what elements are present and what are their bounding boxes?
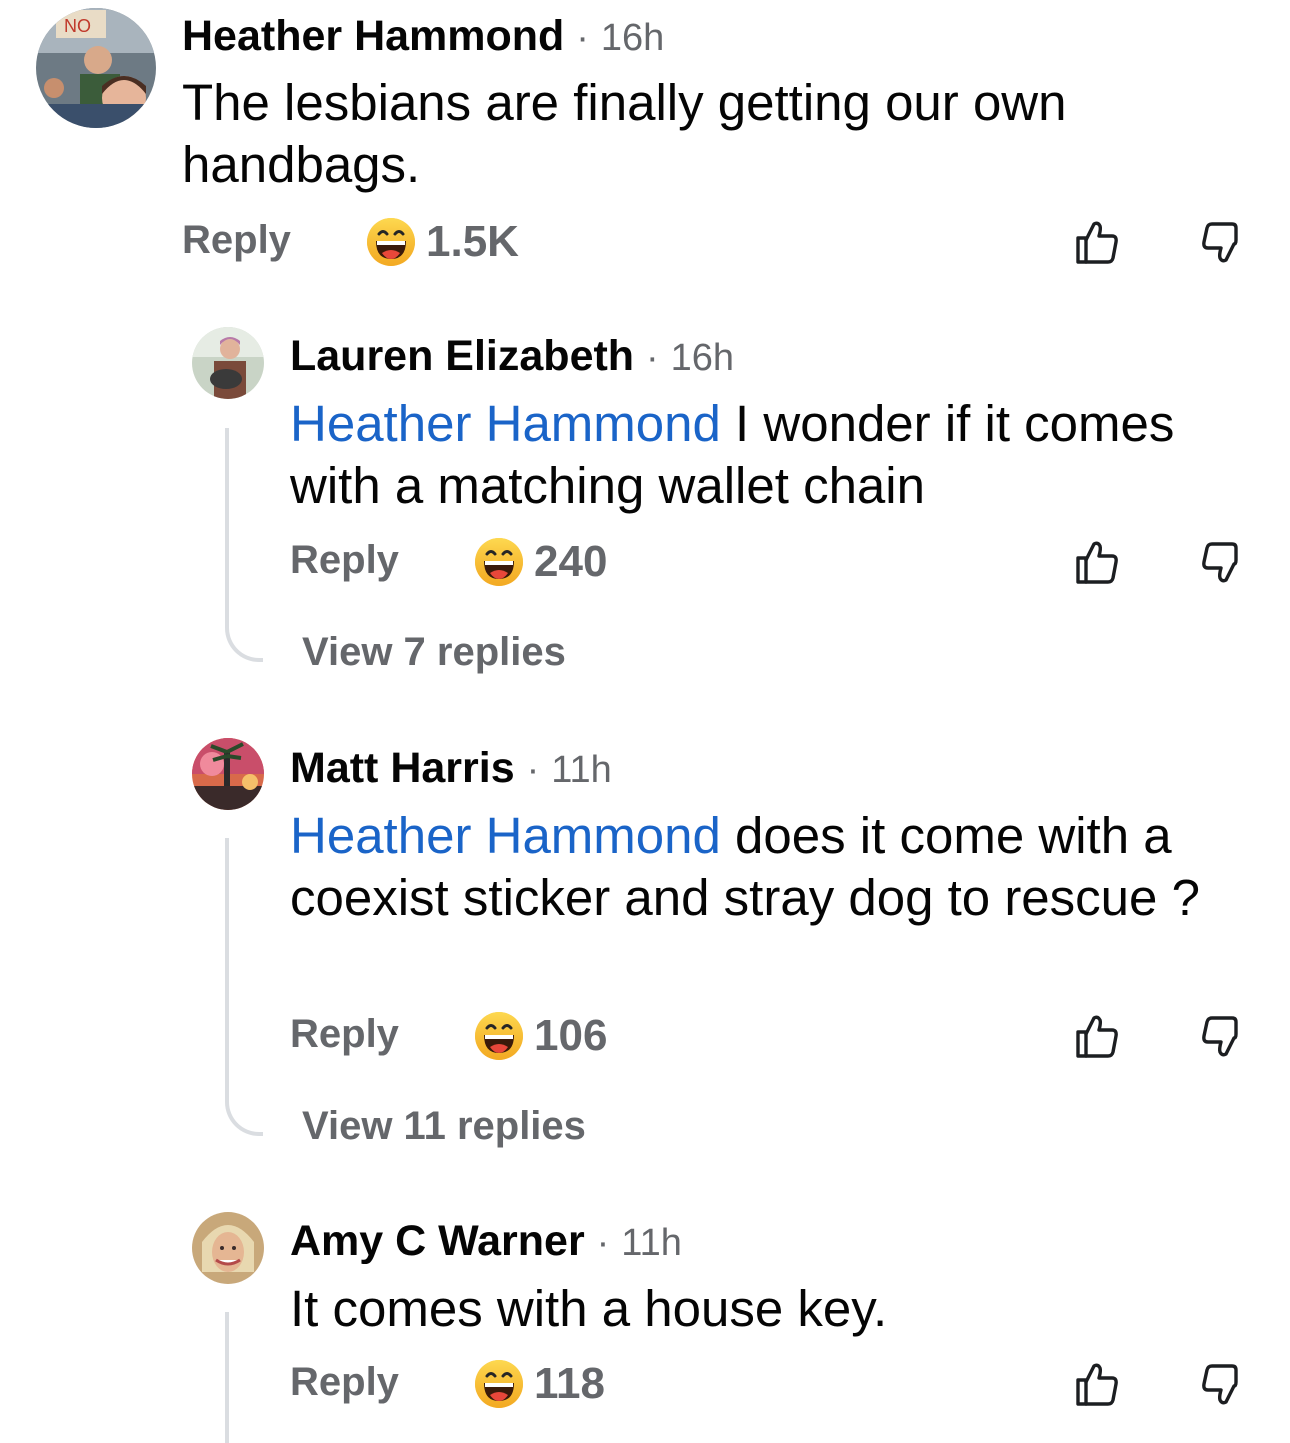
comment-author[interactable]: Matt Harris (290, 744, 515, 792)
separator: · (576, 17, 589, 59)
downvote-icon[interactable] (1196, 1012, 1244, 1060)
mention-link[interactable]: Heather Hammond (290, 395, 721, 452)
upvote-icon[interactable] (1074, 1012, 1122, 1060)
comment-text: It comes with a house key. (290, 1278, 1230, 1340)
avatar[interactable] (192, 1212, 264, 1284)
comment-actions: Reply 118 (290, 1354, 1290, 1414)
view-replies-link[interactable]: View 7 replies (302, 630, 566, 675)
downvote-icon[interactable] (1196, 1360, 1244, 1408)
separator: · (646, 337, 659, 379)
comment-author[interactable]: Heather Hammond (182, 12, 564, 60)
view-replies-link[interactable]: View 11 replies (302, 1104, 586, 1149)
comment-actions: Reply 1.5K (182, 212, 1290, 272)
laughing-emoji-icon (474, 1011, 524, 1061)
reaction-count: 118 (534, 1359, 605, 1408)
downvote-icon[interactable] (1196, 538, 1244, 586)
reaction-summary[interactable]: 118 (474, 1354, 605, 1414)
comment-author[interactable]: Amy C Warner (290, 1217, 585, 1265)
reply-button[interactable]: Reply (182, 218, 291, 263)
comment-actions: Reply 240 (290, 532, 1290, 592)
reply-button[interactable]: Reply (290, 1012, 399, 1057)
reply-button[interactable]: Reply (290, 1360, 399, 1405)
comment-text: Heather Hammond does it come with a coex… (290, 805, 1230, 929)
reaction-count: 106 (534, 1011, 608, 1060)
upvote-icon[interactable] (1074, 1360, 1122, 1408)
avatar[interactable] (192, 327, 264, 399)
comment-time[interactable]: 16h (601, 17, 664, 59)
comment-body: It comes with a house key. (290, 1280, 888, 1337)
reply-button[interactable]: Reply (290, 538, 399, 583)
separator: · (526, 749, 540, 791)
reaction-summary[interactable]: 1.5K (366, 212, 519, 272)
comment-body: The lesbians are finally getting our own… (182, 74, 1067, 193)
thread-line (225, 1312, 229, 1443)
thread-connector (225, 618, 263, 662)
upvote-icon[interactable] (1074, 538, 1122, 586)
laughing-emoji-icon (366, 217, 416, 267)
laughing-emoji-icon (474, 537, 524, 587)
comment-author[interactable]: Lauren Elizabeth (290, 332, 634, 380)
reaction-summary[interactable]: 240 (474, 532, 607, 592)
avatar[interactable]: NO (36, 8, 156, 128)
svg-text:NO: NO (64, 16, 91, 36)
thread-line (225, 428, 229, 618)
mention-link[interactable]: Heather Hammond (290, 807, 721, 864)
thread-line (225, 838, 229, 1093)
avatar[interactable] (192, 738, 264, 810)
comment-actions: Reply 106 (290, 1006, 1290, 1066)
upvote-icon[interactable] (1074, 218, 1122, 266)
comment-time[interactable]: 11h (621, 1222, 682, 1264)
comment-time[interactable]: 16h (671, 337, 734, 379)
downvote-icon[interactable] (1196, 218, 1244, 266)
comment-text: Heather Hammond I wonder if it comes wit… (290, 393, 1250, 517)
reaction-summary[interactable]: 106 (474, 1006, 607, 1066)
separator: · (596, 1222, 610, 1264)
comment-text: The lesbians are finally getting our own… (182, 72, 1182, 196)
reaction-count: 1.5K (426, 217, 519, 266)
laughing-emoji-icon (474, 1359, 524, 1409)
thread-connector (225, 1092, 263, 1136)
reaction-count: 240 (534, 537, 608, 586)
comment-time[interactable]: 11h (551, 749, 612, 791)
